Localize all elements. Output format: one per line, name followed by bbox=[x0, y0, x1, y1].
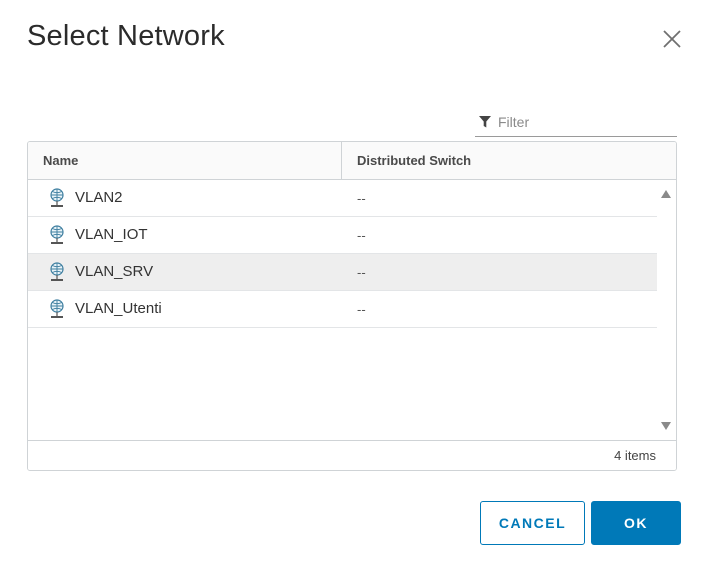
dialog-title: Select Network bbox=[27, 20, 225, 52]
scroll-down-arrow-icon[interactable] bbox=[661, 422, 671, 430]
close-icon bbox=[663, 30, 681, 48]
row-name: VLAN_SRV bbox=[75, 263, 154, 280]
filter-box[interactable] bbox=[475, 107, 677, 137]
column-header-name[interactable]: Name bbox=[43, 142, 78, 179]
row-switch: -- bbox=[357, 191, 366, 206]
cancel-button[interactable]: CANCEL bbox=[480, 501, 585, 545]
filter-input[interactable] bbox=[498, 113, 668, 130]
row-switch: -- bbox=[357, 228, 366, 243]
row-switch: -- bbox=[357, 302, 366, 317]
network-icon bbox=[50, 299, 64, 318]
ok-button[interactable]: OK bbox=[591, 501, 681, 545]
network-icon bbox=[50, 188, 64, 207]
network-icon bbox=[50, 225, 64, 244]
row-name: VLAN2 bbox=[75, 189, 123, 206]
table-body: VLAN2 -- VLAN_IOT -- VLAN_SRV -- VLAN_Ut… bbox=[28, 180, 657, 328]
select-network-dialog: Select Network Name Distributed Switch bbox=[0, 0, 702, 570]
vertical-scrollbar[interactable] bbox=[657, 180, 676, 440]
table-row[interactable]: VLAN2 -- bbox=[28, 180, 657, 217]
row-name: VLAN_IOT bbox=[75, 226, 148, 243]
network-icon bbox=[50, 262, 64, 281]
table-header: Name Distributed Switch bbox=[28, 142, 676, 180]
item-count: 4 items bbox=[614, 448, 656, 463]
network-table: Name Distributed Switch VLAN2 -- VLAN_IO… bbox=[27, 141, 677, 471]
table-footer: 4 items bbox=[28, 440, 676, 470]
filter-icon bbox=[479, 115, 491, 127]
scroll-up-arrow-icon[interactable] bbox=[661, 190, 671, 198]
row-switch: -- bbox=[357, 265, 366, 280]
column-header-distributed-switch[interactable]: Distributed Switch bbox=[357, 142, 471, 179]
table-row[interactable]: VLAN_Utenti -- bbox=[28, 291, 657, 328]
row-name: VLAN_Utenti bbox=[75, 300, 162, 317]
close-button[interactable] bbox=[660, 28, 684, 52]
column-resize-handle[interactable] bbox=[341, 142, 342, 179]
table-row-selected[interactable]: VLAN_SRV -- bbox=[28, 254, 657, 291]
table-row[interactable]: VLAN_IOT -- bbox=[28, 217, 657, 254]
